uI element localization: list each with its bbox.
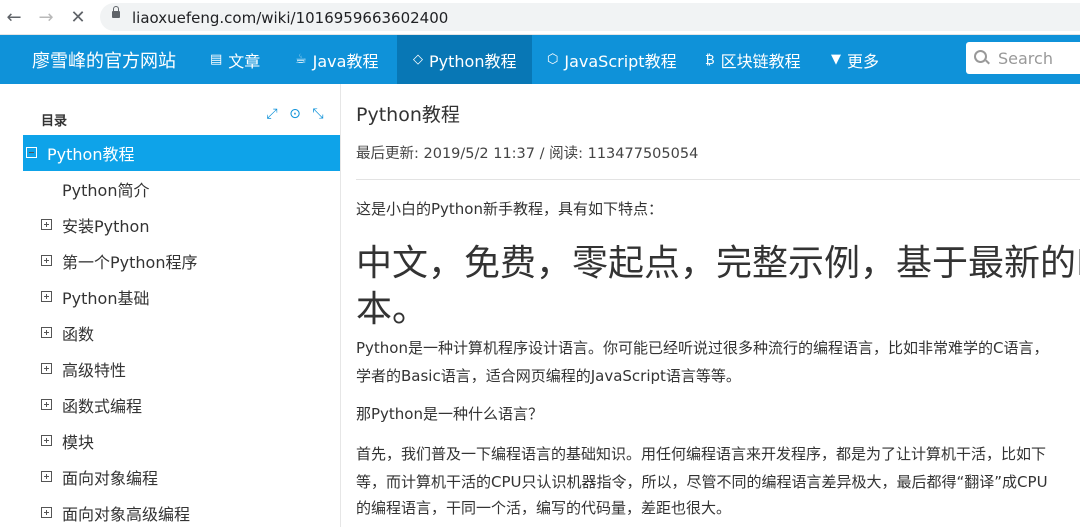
expand-plus-icon[interactable] xyxy=(41,255,52,266)
article-meta: 最后更新: 2019/5/2 11:37 / 阅读: 113477505054 xyxy=(356,146,699,162)
toc-item-python-tutorial[interactable]: Python教程 xyxy=(23,135,340,171)
coffee-icon: ☕ xyxy=(295,52,307,67)
expand-plus-icon[interactable] xyxy=(41,219,52,230)
intro-text: 这是小白的Python新手教程，具有如下特点： xyxy=(356,200,663,218)
toc-item-label: Python教程 xyxy=(47,145,135,164)
paragraph-line: Python是一种计算机程序设计语言。你可能已经听说过很多种流行的编程语言，比如… xyxy=(356,339,1049,357)
expand-plus-icon[interactable] xyxy=(41,435,52,446)
expand-plus-icon[interactable] xyxy=(41,471,52,482)
toc-title: 目录 xyxy=(41,114,68,129)
search-box[interactable] xyxy=(966,42,1080,74)
nav-item-java[interactable]: ☕ Java教程 xyxy=(295,35,378,84)
toc-item-modules[interactable]: 模块 xyxy=(0,423,340,459)
cube-icon: ⬡ xyxy=(547,52,559,67)
expand-plus-icon[interactable] xyxy=(41,399,52,410)
nav-item-label: 区块链教程 xyxy=(720,51,801,71)
back-arrow-icon[interactable]: ← xyxy=(0,0,28,34)
forward-arrow-icon[interactable]: → xyxy=(32,0,60,34)
toc-item-install[interactable]: 安装Python xyxy=(0,207,340,243)
toc-item-label: 安装Python xyxy=(62,217,150,236)
toc-item-label: 面向对象编程 xyxy=(62,469,159,488)
article-content: Python教程 最后更新: 2019/5/2 11:37 / 阅读: 1134… xyxy=(341,84,1080,527)
toc-item-python-intro[interactable]: Python简介 xyxy=(0,171,340,207)
nav-item-label: Python教程 xyxy=(429,51,517,71)
expand-icon[interactable]: ⤢ xyxy=(264,106,280,122)
collapse-icon[interactable] xyxy=(26,147,37,158)
stop-loading-icon[interactable]: ✕ xyxy=(64,0,92,34)
nav-item-javascript[interactable]: ⬡ JavaScript教程 xyxy=(547,35,677,84)
expand-plus-icon[interactable] xyxy=(41,363,52,374)
bitcoin-icon: ₿ xyxy=(705,52,715,68)
toc-item-label: 第一个Python程序 xyxy=(62,253,198,272)
nav-item-python[interactable]: ◇ Python教程 xyxy=(397,35,533,84)
toc-item-label: Python简介 xyxy=(62,181,150,200)
expand-plus-icon[interactable] xyxy=(41,507,52,518)
toc-item-functions[interactable]: 函数 xyxy=(0,315,340,351)
paragraph-line: 那Python是一种什么语言？ xyxy=(356,405,543,423)
lock-icon xyxy=(112,6,120,18)
toc-item-first-program[interactable]: 第一个Python程序 xyxy=(0,243,340,279)
chevron-down-icon: ▼ xyxy=(831,52,841,67)
target-icon[interactable]: ⊙ xyxy=(287,106,303,122)
toc-item-label: Python基础 xyxy=(62,289,150,308)
search-icon xyxy=(974,50,987,63)
page-title: Python教程 xyxy=(356,104,460,126)
toc-item-label: 模块 xyxy=(62,433,95,452)
toc-item-label: 高级特性 xyxy=(62,361,127,380)
nav-item-label: Java教程 xyxy=(312,51,379,71)
expand-plus-icon[interactable] xyxy=(41,327,52,338)
newspaper-icon: ▤ xyxy=(210,52,223,67)
compress-icon[interactable]: ⤡ xyxy=(310,106,326,122)
expand-plus-icon[interactable] xyxy=(41,291,52,302)
url-text[interactable]: liaoxuefeng.com/wiki/1016959663602400 xyxy=(132,9,448,27)
toc-item-oop[interactable]: 面向对象编程 xyxy=(0,459,340,495)
nav-item-label: 更多 xyxy=(847,51,880,71)
divider xyxy=(356,179,1080,180)
toc-sidebar: 目录 ⤢ ⊙ ⤡ Python教程 Python简介 安装Python 第一个P… xyxy=(0,84,341,527)
headline-line: 本。 xyxy=(356,289,429,330)
nav-item-blockchain[interactable]: ₿ 区块链教程 xyxy=(705,35,801,84)
toc-item-advanced-features[interactable]: 高级特性 xyxy=(0,351,340,387)
paragraph-line: 首先，我们普及一下编程语言的基础知识。用任何编程语言来开发程序，都是为了让计算机… xyxy=(356,445,1047,463)
toc-item-label: 函数 xyxy=(62,325,95,344)
toc-item-label: 函数式编程 xyxy=(62,397,143,416)
toc-item-basics[interactable]: Python基础 xyxy=(0,279,340,315)
site-navbar: 廖雪峰的官方网站 ▤ 文章 ☕ Java教程 ◇ Python教程 ⬡ Java… xyxy=(0,35,1080,84)
toc-item-label: 面向对象高级编程 xyxy=(62,505,191,524)
nav-item-label: 文章 xyxy=(228,51,261,71)
nav-item-articles[interactable]: ▤ 文章 xyxy=(210,35,260,84)
search-input[interactable] xyxy=(996,46,1080,70)
code-icon: ◇ xyxy=(413,52,423,67)
paragraph-line: 的编程语言，干同一个活，编写的代码量，差距也很大。 xyxy=(356,499,732,517)
address-bar[interactable]: liaoxuefeng.com/wiki/1016959663602400 xyxy=(100,3,1080,31)
headline-line: 中文，免费，零起点，完整示例，基于最新的P xyxy=(356,243,1080,284)
toc-item-advanced-oop[interactable]: 面向对象高级编程 xyxy=(0,495,340,531)
nav-item-label: JavaScript教程 xyxy=(564,51,677,71)
site-brand[interactable]: 廖雪峰的官方网站 xyxy=(32,47,176,73)
browser-toolbar: ← → ✕ liaoxuefeng.com/wiki/1016959663602… xyxy=(0,0,1080,35)
nav-item-more[interactable]: ▼ 更多 xyxy=(831,35,879,84)
paragraph-line: 学者的Basic语言，适合网页编程的JavaScript语言等等。 xyxy=(356,367,741,385)
toc-item-functional[interactable]: 函数式编程 xyxy=(0,387,340,423)
paragraph-line: 等，而计算机干活的CPU只认识机器指令，所以，尽管不同的编程语言差异极大，最后都… xyxy=(356,473,1048,491)
